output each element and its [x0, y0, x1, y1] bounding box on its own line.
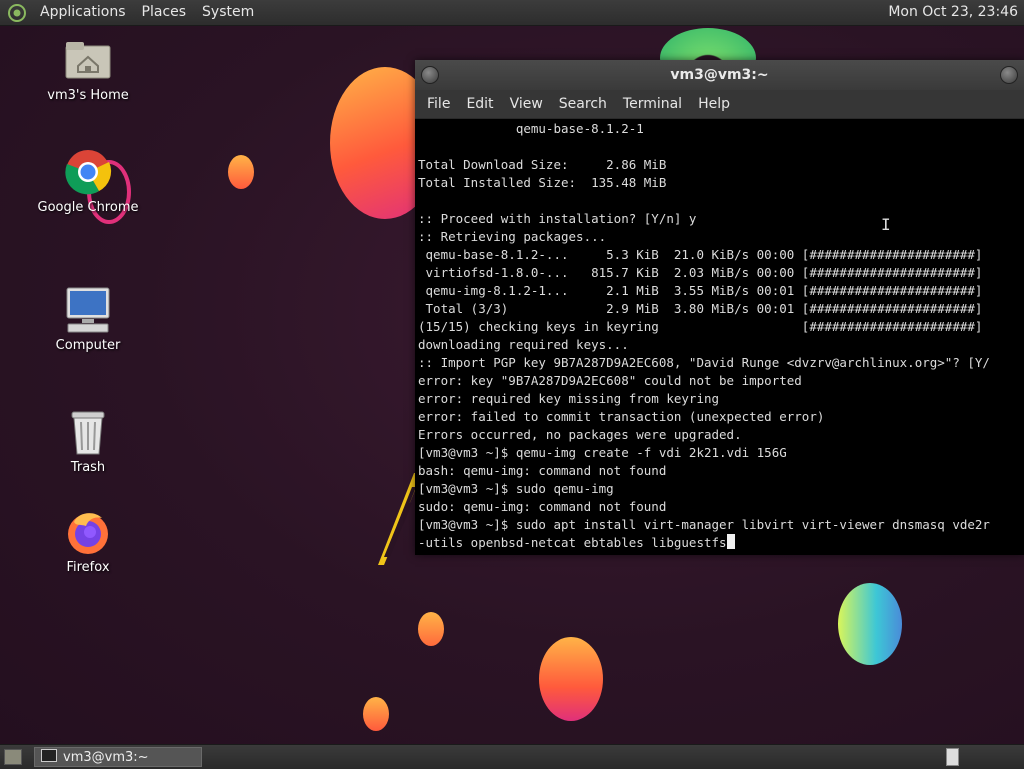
desktop-icon-label: Computer [55, 338, 121, 353]
panel-clock[interactable]: Mon Oct 23, 23:46 [888, 0, 1018, 25]
menu-terminal[interactable]: Terminal [615, 96, 690, 112]
places-menu[interactable]: Places [134, 0, 195, 25]
terminal-text: qemu-base-8.1.2-1 Total Download Size: 2… [418, 121, 990, 550]
taskbar-label: vm3@vm3:~ [63, 750, 149, 765]
desktop-icon-label: Google Chrome [37, 200, 139, 215]
menu-search[interactable]: Search [551, 96, 615, 112]
desktop-icon-home[interactable]: vm3's Home [23, 36, 153, 103]
show-desktop-icon[interactable] [4, 749, 22, 765]
window-close-button[interactable] [1000, 66, 1018, 84]
window-titlebar[interactable]: vm3@vm3:~ [415, 60, 1024, 90]
terminal-cursor [726, 534, 735, 549]
window-title: vm3@vm3:~ [670, 67, 769, 83]
wallpaper-blob [539, 637, 603, 721]
menu-view[interactable]: View [502, 96, 551, 112]
system-menu[interactable]: System [194, 0, 262, 25]
top-panel: Applications Places System Mon Oct 23, 2… [0, 0, 1024, 26]
bottom-panel: vm3@vm3:~ [0, 744, 1024, 769]
trash-icon [71, 411, 105, 455]
workspace-switcher[interactable] [946, 748, 959, 766]
text-cursor-icon: I [881, 215, 891, 234]
terminal-menubar: File Edit View Search Terminal Help [415, 90, 1024, 119]
taskbar-button-terminal[interactable]: vm3@vm3:~ [34, 747, 202, 767]
window-menu-button[interactable] [421, 66, 439, 84]
wallpaper-blob [838, 583, 902, 665]
mate-logo-icon[interactable] [8, 3, 26, 22]
wallpaper-blob [363, 697, 389, 731]
desktop-icon-trash[interactable]: Trash [23, 408, 153, 475]
menu-help[interactable]: Help [690, 96, 738, 112]
desktop-icon-label: vm3's Home [47, 88, 129, 103]
desktop-icon-chrome[interactable]: Google Chrome [23, 148, 153, 215]
firefox-icon [68, 513, 108, 554]
terminal-window[interactable]: vm3@vm3:~ File Edit View Search Terminal… [415, 60, 1024, 555]
wallpaper-stripes [378, 473, 418, 565]
wallpaper-blob [418, 612, 444, 646]
terminal-output[interactable]: qemu-base-8.1.2-1 Total Download Size: 2… [415, 119, 1024, 555]
applications-menu[interactable]: Applications [32, 0, 134, 25]
menu-edit[interactable]: Edit [458, 96, 501, 112]
desktop-icon-computer[interactable]: Computer [23, 286, 153, 353]
desktop-icon-label: Firefox [66, 560, 110, 575]
home-folder-icon [65, 42, 111, 79]
desktop-icon-label: Trash [70, 460, 106, 475]
menu-file[interactable]: File [419, 96, 458, 112]
wallpaper-blob [228, 155, 254, 189]
computer-icon [66, 287, 110, 333]
chrome-icon [65, 150, 112, 195]
terminal-icon [41, 749, 57, 762]
desktop-icon-firefox[interactable]: Firefox [23, 508, 153, 575]
